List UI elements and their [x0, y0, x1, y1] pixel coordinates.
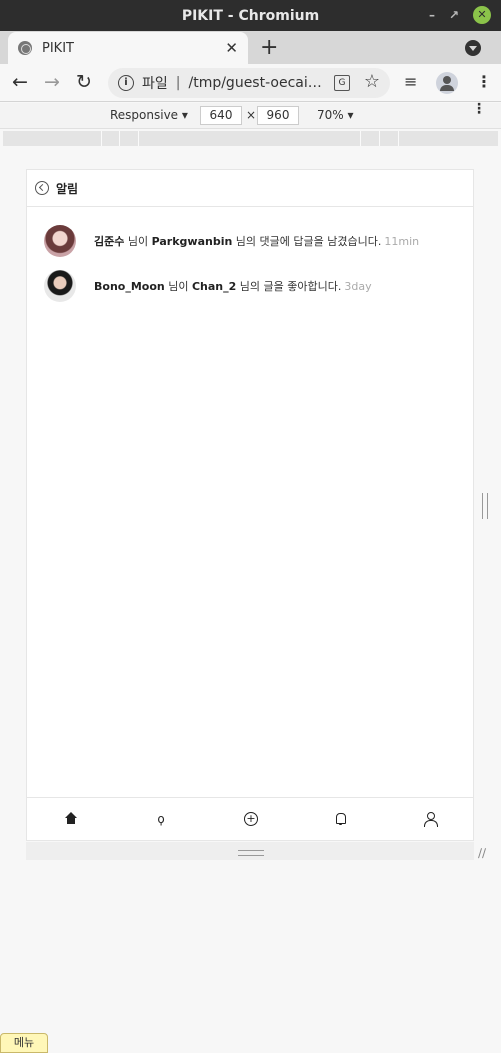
viewport-resize-handle-right[interactable]	[482, 493, 488, 519]
avatar[interactable]	[44, 270, 76, 302]
notification-text: 김준수 님이 Parkgwanbin 님의 댓글에 답글을 남겼습니다. 11mi…	[94, 235, 420, 248]
device-toolbar: Responsive ▾ 640 × 960 70% ▾ ⋮	[0, 102, 501, 129]
kebab-menu-icon[interactable]: ⋮	[476, 72, 492, 91]
browser-tab[interactable]: PIKIT ✕	[8, 32, 248, 64]
target-name[interactable]: Chan_2	[192, 280, 236, 293]
device-mode-select[interactable]: Responsive ▾	[110, 108, 188, 122]
avatar[interactable]	[44, 225, 76, 257]
lightning-icon[interactable]: ϙ	[154, 812, 168, 826]
reload-icon[interactable]: ↻	[76, 71, 92, 93]
menu-button[interactable]: 메뉴	[0, 1033, 48, 1053]
notification-item[interactable]: Bono_Moon 님이 Chan_2 님의 글을 좋아합니다. 3day	[44, 269, 464, 303]
back-icon[interactable]	[35, 181, 49, 195]
bottom-navigation: ϙ +	[27, 797, 473, 840]
media-control-icon[interactable]: ≡	[404, 72, 417, 91]
dimension-separator: ×	[246, 108, 257, 122]
bell-icon[interactable]	[333, 812, 347, 826]
url-scheme-label: 파일	[142, 76, 168, 92]
notification-time: 11min	[384, 235, 420, 248]
viewport-resize-handle-corner[interactable]: ∕∕	[478, 846, 486, 860]
minimize-icon[interactable]: –	[429, 6, 435, 24]
address-bar[interactable]: i 파일 | /tmp/guest-oecai… G ☆	[108, 68, 390, 98]
translate-icon[interactable]: G	[334, 75, 350, 91]
window-controls: – ↗ ✕	[429, 6, 491, 24]
zoom-select[interactable]: 70% ▾	[317, 108, 354, 122]
url-text[interactable]: /tmp/guest-oecai…	[188, 75, 321, 91]
app-viewport: 알림 김준수 님이 Parkgwanbin 님의 댓글에 답글을 남겼습니다. 1…	[26, 169, 474, 841]
viewport-width-input[interactable]: 640	[200, 106, 242, 125]
notification-time: 3day	[344, 280, 372, 293]
close-window-icon[interactable]: ✕	[473, 6, 491, 24]
app-header: 알림	[27, 170, 473, 207]
globe-icon	[18, 41, 32, 55]
url-separator: |	[175, 75, 181, 91]
info-icon[interactable]: i	[118, 75, 134, 91]
maximize-icon[interactable]: ↗	[449, 6, 459, 24]
target-name[interactable]: Parkgwanbin	[152, 235, 233, 248]
new-tab-icon[interactable]: +	[260, 35, 278, 60]
window-title: PIKIT - Chromium	[181, 7, 320, 24]
forward-arrow-icon[interactable]: →	[44, 71, 60, 93]
tab-close-icon[interactable]: ✕	[225, 39, 238, 57]
device-options-icon[interactable]: ⋮	[472, 102, 486, 116]
profile-avatar-icon[interactable]	[436, 72, 458, 94]
actor-name[interactable]: Bono_Moon	[94, 280, 165, 293]
user-icon[interactable]	[423, 812, 438, 827]
media-query-ruler[interactable]	[3, 131, 498, 146]
tab-search-icon[interactable]	[465, 40, 481, 56]
page-title: 알림	[56, 181, 79, 196]
back-arrow-icon[interactable]: ←	[12, 71, 28, 93]
tab-title: PIKIT	[42, 40, 74, 56]
actor-name[interactable]: 김준수	[94, 235, 124, 248]
notification-text: Bono_Moon 님이 Chan_2 님의 글을 좋아합니다. 3day	[94, 280, 372, 293]
browser-toolbar: ← → ↻ i 파일 | /tmp/guest-oecai… G ☆ ≡ ⋮	[0, 64, 501, 102]
notification-item[interactable]: 김준수 님이 Parkgwanbin 님의 댓글에 답글을 남겼습니다. 11mi…	[44, 224, 464, 258]
add-post-icon[interactable]: +	[244, 812, 258, 826]
window-titlebar: PIKIT - Chromium – ↗ ✕	[0, 0, 501, 31]
viewport-resize-handle-bottom[interactable]	[26, 842, 474, 860]
bookmark-star-icon[interactable]: ☆	[364, 71, 380, 92]
viewport-height-input[interactable]: 960	[257, 106, 299, 125]
tab-strip: PIKIT ✕ +	[0, 31, 501, 64]
home-icon[interactable]	[64, 812, 78, 826]
